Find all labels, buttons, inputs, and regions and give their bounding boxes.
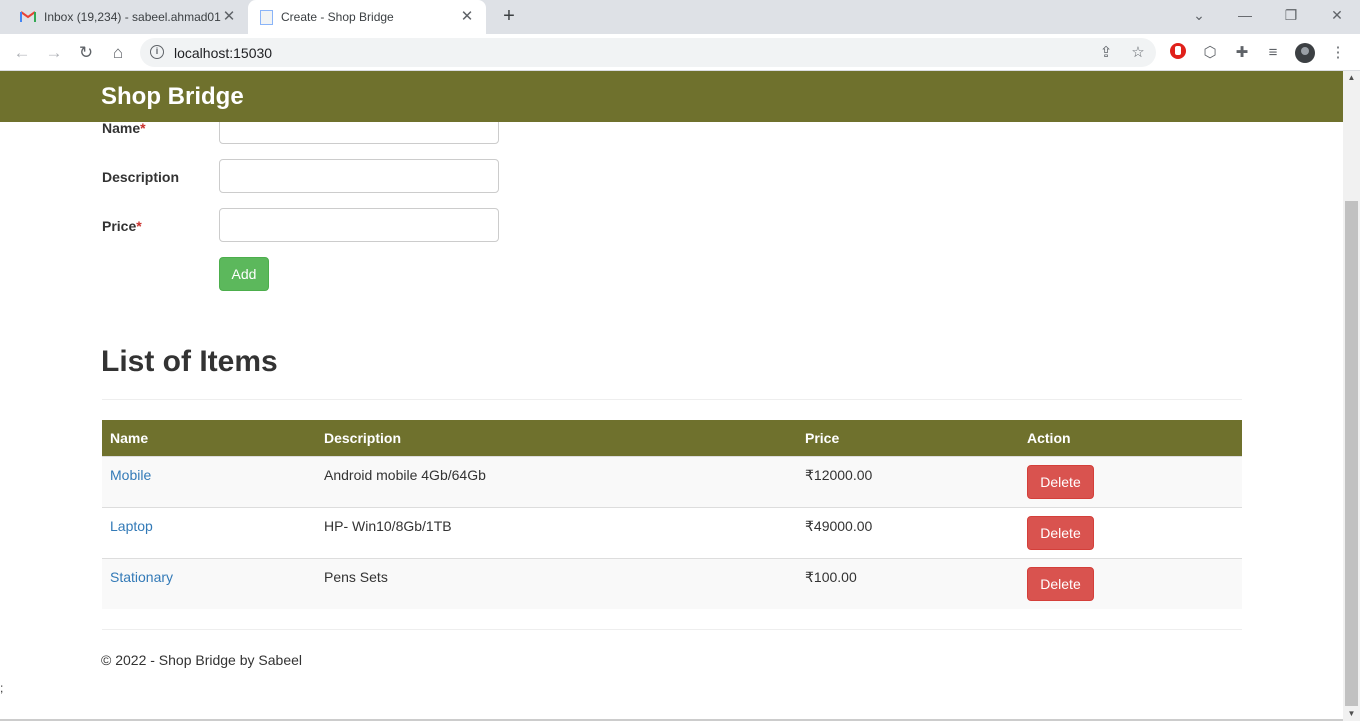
back-icon[interactable]: ← xyxy=(10,41,34,65)
close-tab-icon[interactable]: ✕ xyxy=(220,8,238,26)
table-row: Laptop HP- Win10/8Gb/1TB ₹49000.00 Delet… xyxy=(102,507,1242,558)
site-info-icon[interactable]: i xyxy=(150,45,164,59)
menu-kebab-icon[interactable]: ⋮ xyxy=(1327,42,1349,64)
delete-button[interactable]: Delete xyxy=(1027,464,1094,499)
document-icon xyxy=(260,9,273,25)
item-price: ₹12000.00 xyxy=(805,466,873,483)
reload-icon[interactable]: ↻ xyxy=(74,41,98,65)
item-name-link[interactable]: Mobile xyxy=(110,467,151,483)
item-description: Android mobile 4Gb/64Gb xyxy=(324,466,486,483)
reading-list-icon[interactable]: ≡ xyxy=(1262,42,1284,64)
tab-search-icon[interactable]: ⌄ xyxy=(1176,0,1222,30)
price-label: Price* xyxy=(102,218,142,234)
close-tab-icon[interactable]: ✕ xyxy=(458,8,476,26)
list-heading: List of Items xyxy=(101,345,278,378)
item-name-link[interactable]: Stationary xyxy=(110,569,173,585)
home-icon[interactable]: ⌂ xyxy=(106,41,130,65)
scrollbar-thumb[interactable] xyxy=(1345,201,1358,706)
minimize-icon[interactable]: — xyxy=(1222,0,1268,30)
column-header-price: Price xyxy=(805,429,840,446)
page-viewport: Shop Bridge Name* Description Price* Add… xyxy=(0,71,1343,721)
add-button[interactable]: Add xyxy=(219,257,269,291)
browser-toolbar: ← → ↻ ⌂ i localhost:15030 ⇪ ☆ ⬡ ✚ ≡ ⋮ xyxy=(0,34,1360,71)
scroll-down-arrow-icon[interactable]: ▼ xyxy=(1343,707,1360,721)
bookmark-star-icon[interactable]: ☆ xyxy=(1128,43,1148,63)
item-description: Pens Sets xyxy=(324,568,388,585)
restore-icon[interactable]: ❐ xyxy=(1268,0,1314,30)
delete-button[interactable]: Delete xyxy=(1027,515,1094,550)
brand-link[interactable]: Shop Bridge xyxy=(101,83,244,111)
item-price: ₹49000.00 xyxy=(805,517,873,534)
gmail-icon xyxy=(20,11,36,23)
table-header-row: Name Description Price Action xyxy=(102,420,1242,456)
close-window-icon[interactable]: ✕ xyxy=(1314,0,1360,30)
footer-text: © 2022 - Shop Bridge by Sabeel xyxy=(101,652,303,668)
description-input[interactable] xyxy=(219,159,499,193)
name-label: Name* xyxy=(102,120,146,136)
column-header-action: Action xyxy=(1027,429,1071,446)
tab-create-shop-bridge[interactable]: Create - Shop Bridge ✕ xyxy=(248,0,486,34)
adblock-extension-icon[interactable] xyxy=(1167,42,1189,64)
profile-avatar[interactable] xyxy=(1294,42,1316,64)
address-bar[interactable]: i localhost:15030 ⇪ ☆ xyxy=(140,38,1156,67)
required-mark: * xyxy=(140,120,146,136)
tab-gmail-inbox[interactable]: Inbox (19,234) - sabeel.ahmad01 ✕ xyxy=(8,0,248,34)
stray-text: ; xyxy=(0,681,4,695)
tab-strip: Inbox (19,234) - sabeel.ahmad01 ✕ Create… xyxy=(0,0,1360,34)
column-header-name: Name xyxy=(110,429,149,446)
forward-icon[interactable]: → xyxy=(42,41,66,65)
extensions-puzzle-icon[interactable]: ✚ xyxy=(1231,42,1253,64)
table-row: Stationary Pens Sets ₹100.00 Delete xyxy=(102,558,1242,609)
vertical-scrollbar[interactable]: ▲ ▼ xyxy=(1343,71,1360,721)
divider xyxy=(102,399,1242,400)
item-price: ₹100.00 xyxy=(805,568,857,585)
tab-title: Inbox (19,234) - sabeel.ahmad01 xyxy=(44,10,221,24)
required-mark: * xyxy=(136,218,142,234)
url-text: localhost:15030 xyxy=(174,45,273,61)
item-name-link[interactable]: Laptop xyxy=(110,518,153,534)
column-header-description: Description xyxy=(324,429,402,446)
price-input[interactable] xyxy=(219,208,499,242)
tab-title: Create - Shop Bridge xyxy=(281,10,394,24)
share-icon[interactable]: ⇪ xyxy=(1096,43,1116,63)
new-tab-button[interactable]: + xyxy=(498,6,520,28)
site-navbar: Shop Bridge xyxy=(0,71,1343,122)
delete-button[interactable]: Delete xyxy=(1027,566,1094,601)
item-description: HP- Win10/8Gb/1TB xyxy=(324,517,452,534)
scroll-up-arrow-icon[interactable]: ▲ xyxy=(1343,71,1360,85)
table-row: Mobile Android mobile 4Gb/64Gb ₹12000.00… xyxy=(102,456,1242,507)
description-label: Description xyxy=(102,169,180,185)
footer-divider xyxy=(102,629,1242,630)
cube-extension-icon[interactable]: ⬡ xyxy=(1199,42,1221,64)
items-table: Name Description Price Action Mobile And… xyxy=(102,420,1242,609)
